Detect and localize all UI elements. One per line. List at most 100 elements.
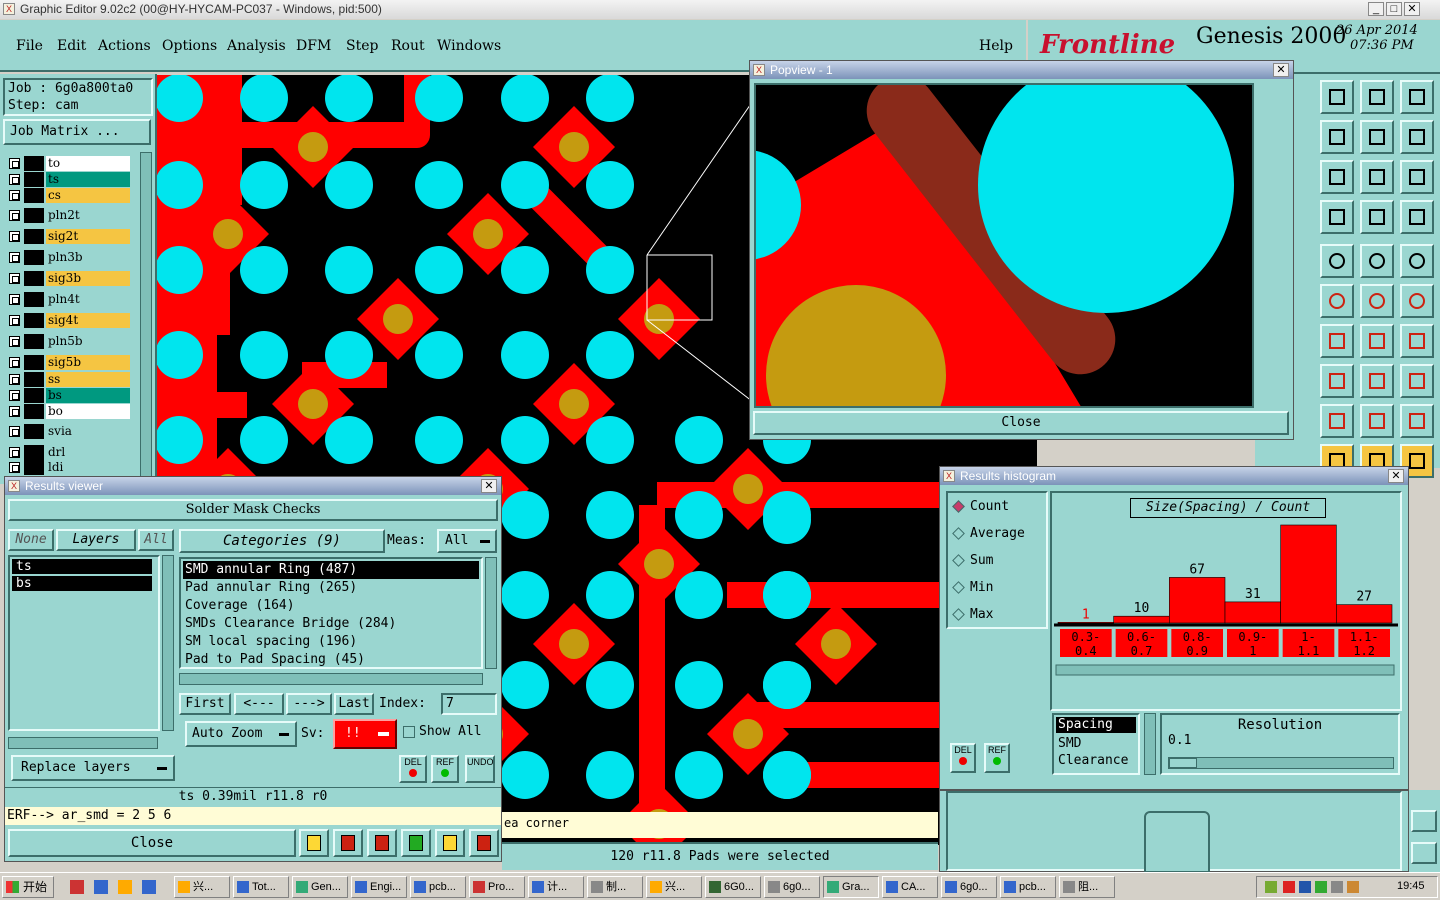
mode-option-sum[interactable]: Sum	[948, 547, 1046, 574]
layer-row-sig3b[interactable]: sig3b	[6, 271, 148, 286]
category-item[interactable]: Coverage (164)	[183, 597, 479, 615]
layer-checkbox[interactable]	[9, 406, 20, 417]
taskbar-item[interactable]: Tot...	[233, 876, 289, 898]
last-button[interactable]: Last	[334, 693, 374, 715]
layer-name[interactable]: sig3b	[46, 271, 130, 286]
first-button[interactable]: First	[179, 693, 231, 715]
layer-row-sig4t[interactable]: sig4t	[6, 313, 148, 328]
layer-name[interactable]: pln2t	[46, 208, 130, 223]
layer-checkbox[interactable]	[9, 294, 20, 305]
menu-options[interactable]: Options	[162, 38, 217, 54]
results-tool-button[interactable]	[299, 829, 329, 857]
layer-swatch[interactable]	[24, 445, 44, 460]
tool-button[interactable]	[1400, 404, 1434, 438]
quick-launch-icon[interactable]	[94, 880, 108, 894]
layer-checkbox[interactable]	[9, 447, 20, 458]
edge-button[interactable]	[1411, 810, 1437, 832]
popview-close-button[interactable]: Close	[753, 411, 1289, 435]
layer-swatch[interactable]	[24, 292, 44, 307]
results-tool-button[interactable]	[401, 829, 431, 857]
layer-swatch[interactable]	[24, 355, 44, 370]
tool-button[interactable]	[1360, 160, 1394, 194]
results-tool-button[interactable]	[333, 829, 363, 857]
categories-button[interactable]: Categories (9)	[179, 529, 385, 553]
layer-name[interactable]: cs	[46, 188, 130, 203]
tool-button[interactable]	[1400, 160, 1434, 194]
menu-rout[interactable]: Rout	[391, 38, 425, 54]
menu-analysis[interactable]: Analysis	[227, 38, 286, 54]
histogram-close-icon[interactable]: ✕	[1388, 469, 1404, 483]
taskbar-item[interactable]: 制...	[587, 876, 643, 898]
histogram-bar[interactable]	[1057, 622, 1114, 624]
tool-button[interactable]	[1320, 160, 1354, 194]
tool-button[interactable]	[1360, 324, 1394, 358]
layer-swatch[interactable]	[24, 424, 44, 439]
mode-option-average[interactable]: Average	[948, 520, 1046, 547]
tool-button[interactable]	[1360, 364, 1394, 398]
quick-launch-icon[interactable]	[142, 880, 156, 894]
layer-row-cs[interactable]: cs	[6, 188, 148, 203]
resolution-slider-handle[interactable]	[1169, 758, 1197, 768]
layer-name[interactable]: pln3b	[46, 250, 130, 265]
menu-windows[interactable]: Windows	[437, 38, 501, 54]
results-close-button[interactable]: Close	[8, 829, 296, 857]
layer-swatch[interactable]	[24, 188, 44, 203]
tool-button[interactable]	[1360, 80, 1394, 114]
menu-edit[interactable]: Edit	[57, 38, 86, 54]
histogram-ref-button[interactable]: REF	[984, 743, 1010, 773]
taskbar-item[interactable]: 6g0...	[941, 876, 997, 898]
category-item[interactable]: SMD annular Ring (487)	[183, 561, 479, 579]
tool-button[interactable]	[1320, 404, 1354, 438]
tool-button[interactable]	[1320, 364, 1354, 398]
menu-step[interactable]: Step	[346, 38, 378, 54]
layer-swatch[interactable]	[24, 372, 44, 387]
meas-dropdown[interactable]: All	[437, 529, 497, 553]
tool-button[interactable]	[1400, 364, 1434, 398]
layer-name[interactable]: pln4t	[46, 292, 130, 307]
histogram-type-scrollbar[interactable]	[1144, 713, 1156, 775]
layer-swatch[interactable]	[24, 334, 44, 349]
auto-zoom-dropdown[interactable]: Auto Zoom	[185, 721, 297, 747]
tool-button[interactable]	[1360, 200, 1394, 234]
histogram-type-smd[interactable]: SMD	[1056, 735, 1136, 752]
layer-row-bs[interactable]: bs	[6, 388, 148, 403]
tool-button[interactable]	[1400, 80, 1434, 114]
layer-swatch[interactable]	[24, 208, 44, 223]
close-window-button[interactable]: ✕	[1404, 2, 1420, 16]
severity-dropdown[interactable]: !!	[333, 719, 397, 749]
layer-swatch[interactable]	[24, 388, 44, 403]
none-button[interactable]: None	[8, 529, 54, 551]
histogram-bar[interactable]	[1224, 601, 1281, 624]
histogram-bar[interactable]	[1280, 524, 1337, 624]
start-button[interactable]: 开始	[2, 876, 54, 898]
menu-dfm[interactable]: DFM	[296, 38, 331, 54]
results-tool-button[interactable]	[469, 829, 499, 857]
category-item[interactable]: Pad to Pad Spacing (45)	[183, 651, 479, 669]
layer-results-hscrollbar[interactable]	[8, 737, 158, 749]
tool-button[interactable]	[1320, 120, 1354, 154]
categories-hscrollbar[interactable]	[179, 673, 483, 685]
histogram-bar[interactable]	[1336, 604, 1393, 624]
prev-button[interactable]: <---	[234, 693, 284, 715]
categories-scrollbar[interactable]	[485, 557, 497, 669]
edge-button[interactable]	[1411, 842, 1437, 864]
layer-name[interactable]: ss	[46, 372, 130, 387]
replace-layers-dropdown[interactable]: Replace layers	[11, 755, 175, 781]
mode-option-max[interactable]: Max	[948, 601, 1046, 628]
layer-checkbox[interactable]	[9, 426, 20, 437]
tool-button[interactable]	[1320, 200, 1354, 234]
tool-button[interactable]	[1320, 80, 1354, 114]
layer-checkbox[interactable]	[9, 174, 20, 185]
category-item[interactable]: SMDs Clearance Bridge (284)	[183, 615, 479, 633]
layer-swatch[interactable]	[24, 156, 44, 171]
maximize-button[interactable]: □	[1386, 2, 1402, 16]
show-all-checkbox[interactable]	[403, 726, 415, 738]
layer-row-bo[interactable]: bo	[6, 404, 148, 419]
taskbar-item[interactable]: Pro...	[469, 876, 525, 898]
taskbar-item[interactable]: Engi...	[351, 876, 407, 898]
layer-name[interactable]: sig5b	[46, 355, 130, 370]
results-viewer-close-icon[interactable]: ✕	[481, 479, 497, 493]
taskbar-item[interactable]: CA...	[882, 876, 938, 898]
next-button[interactable]: --->	[286, 693, 332, 715]
layer-checkbox[interactable]	[9, 462, 20, 473]
